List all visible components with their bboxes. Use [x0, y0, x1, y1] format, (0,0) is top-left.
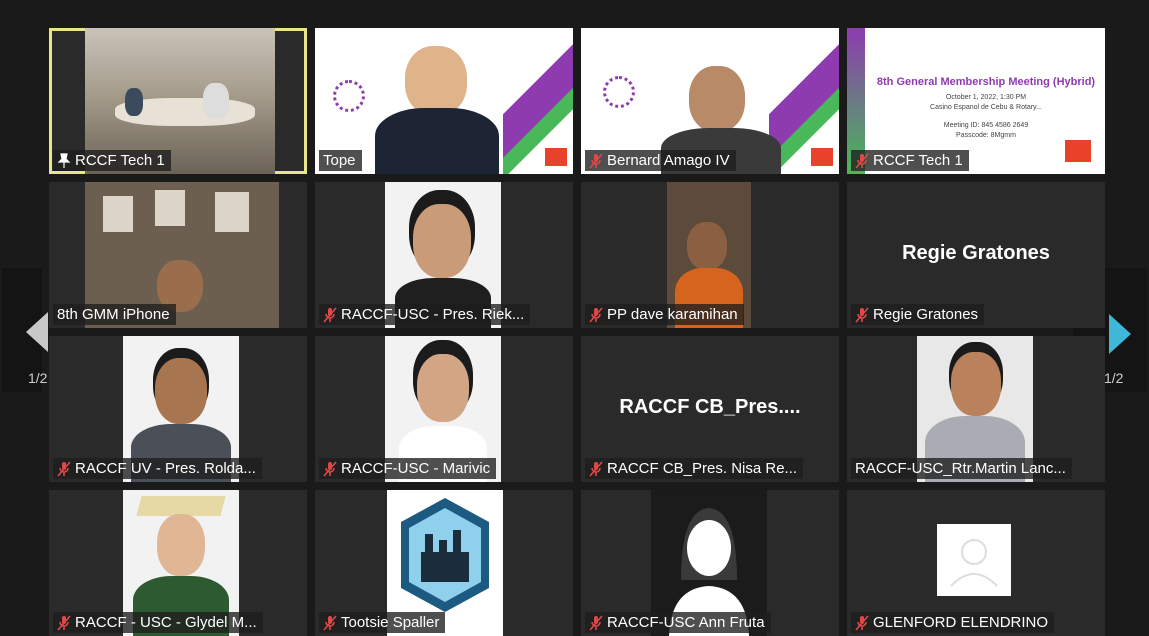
participant-name-tag: Bernard Amago IV: [585, 150, 736, 171]
person-face: [155, 358, 207, 424]
participant-name: 8th GMM iPhone: [57, 306, 170, 323]
wall-frame: [155, 190, 185, 226]
participant-tile[interactable]: 8th General Membership Meeting (Hybrid) …: [847, 28, 1105, 174]
participant-name: Regie Gratones: [873, 306, 979, 323]
person-face: [413, 204, 471, 278]
participant-tile[interactable]: RCCF Tech 1: [49, 28, 307, 174]
person-figure: [203, 83, 229, 119]
person-face: [689, 66, 745, 132]
participant-tile[interactable]: Bernard Amago IV: [581, 28, 839, 174]
club-logo: [545, 148, 567, 166]
muted-mic-icon: [589, 306, 603, 323]
muted-mic-icon: [57, 460, 71, 477]
muted-mic-icon: [589, 460, 603, 477]
person-figure: [125, 88, 143, 116]
person-body: [375, 108, 499, 174]
club-logo: [1065, 140, 1091, 162]
slide-line: Passcode: 8Mgmm: [956, 132, 1016, 139]
participant-tile[interactable]: RACCF-USC - Marivic: [315, 336, 573, 482]
participant-name: Tootsie Spaller: [341, 614, 440, 631]
participant-name-tag: GLENFORD ELENDRINO: [851, 612, 1055, 633]
person-face: [157, 514, 205, 576]
participant-name: RACCF UV - Pres. Rolda...: [75, 460, 256, 477]
participant-tile[interactable]: GLENFORD ELENDRINO: [847, 490, 1105, 636]
participant-name: RACCF-USC - Marivic: [341, 460, 491, 477]
slide-line: Casino Espanol de Cebu & Rotary...: [930, 104, 1042, 111]
participant-name: RACCF CB_Pres. Nisa Re...: [607, 460, 798, 477]
rotary-sun-logo: [333, 80, 365, 112]
rotary-sun-logo: [603, 76, 635, 108]
participant-name: RACCF-USC - Pres. Riek...: [341, 306, 525, 323]
participant-display-name: Regie Gratones: [902, 242, 1050, 264]
slide-line: Meeting ID: 845 4586 2649: [943, 122, 1029, 129]
participant-name-tag: RACCF-USC - Marivic: [319, 458, 497, 479]
person-face: [417, 354, 469, 422]
participant-name-tag: RACCF UV - Pres. Rolda...: [53, 458, 262, 479]
person-face: [951, 352, 1001, 416]
participant-tile[interactable]: RACCF-USC - Pres. Riek...: [315, 182, 573, 328]
page-indicator-left: 1/2: [28, 370, 48, 386]
participant-name-tag: RCCF Tech 1: [851, 150, 969, 171]
participant-tile[interactable]: 8th GMM iPhone: [49, 182, 307, 328]
participant-tile[interactable]: Tootsie Spaller: [315, 490, 573, 636]
chevron-right-icon: [1109, 314, 1131, 354]
participant-tile[interactable]: RACCF - USC - Glydel M...: [49, 490, 307, 636]
person-face: [687, 222, 727, 270]
muted-mic-icon: [855, 152, 869, 169]
participant-display-name: RACCF CB_Pres....: [619, 396, 801, 418]
participant-video: [937, 524, 1011, 596]
pin-icon: [57, 152, 71, 169]
participant-name: RCCF Tech 1: [75, 152, 165, 169]
muted-mic-icon: [57, 614, 71, 631]
participant-name: RCCF Tech 1: [873, 152, 963, 169]
participant-tile[interactable]: Regie Gratones Regie Gratones: [847, 182, 1105, 328]
slide-title: 8th General Membership Meeting (Hybrid): [876, 76, 1096, 88]
slide-line: October 1, 2022, 1:30 PM: [945, 94, 1027, 101]
participant-name-tag: RACCF-USC - Pres. Riek...: [319, 304, 531, 325]
participant-name-tag: Tope: [319, 150, 362, 171]
participant-name-tag: 8th GMM iPhone: [53, 304, 176, 325]
participant-tile[interactable]: RACCF CB_Pres.... RACCF CB_Pres. Nisa Re…: [581, 336, 839, 482]
participant-name-tag: RCCF Tech 1: [53, 150, 171, 171]
participant-name: PP dave karamihan: [607, 306, 738, 323]
participant-name-tag: RACCF - USC - Glydel M...: [53, 612, 263, 633]
participant-name-tag: Tootsie Spaller: [319, 612, 446, 633]
participant-name-tag: PP dave karamihan: [585, 304, 744, 325]
wall-frame: [215, 192, 249, 232]
participant-tile[interactable]: RACCF-USC_Rtr.Martin Lanc...: [847, 336, 1105, 482]
default-avatar-icon: [950, 539, 998, 587]
participant-name: RACCF - USC - Glydel M...: [75, 614, 257, 631]
muted-mic-icon: [323, 460, 337, 477]
page-indicator-right: 1/2: [1104, 370, 1124, 386]
participant-name: GLENFORD ELENDRINO: [873, 614, 1049, 631]
participant-name-tag: RACCF-USC Ann Fruta: [585, 612, 771, 633]
muted-mic-icon: [589, 152, 603, 169]
participant-name-tag: RACCF-USC_Rtr.Martin Lanc...: [851, 458, 1072, 479]
muted-mic-icon: [855, 614, 869, 631]
participant-name-tag: Regie Gratones: [851, 304, 985, 325]
participant-name-tag: RACCF CB_Pres. Nisa Re...: [585, 458, 804, 479]
graduation-cap: [136, 496, 226, 516]
participant-gallery: RCCF Tech 1 Tope Bernard Amago IV 8th Ge…: [49, 28, 1106, 636]
wall-frame: [103, 196, 133, 232]
participant-name: Bernard Amago IV: [607, 152, 730, 169]
participant-tile[interactable]: Tope: [315, 28, 573, 174]
window-top-edge: [0, 0, 1149, 28]
muted-mic-icon: [323, 306, 337, 323]
participant-name: RACCF-USC_Rtr.Martin Lanc...: [855, 460, 1066, 477]
participant-tile[interactable]: PP dave karamihan: [581, 182, 839, 328]
participant-name: RACCF-USC Ann Fruta: [607, 614, 765, 631]
participant-tile[interactable]: RACCF-USC Ann Fruta: [581, 490, 839, 636]
club-logo: [811, 148, 833, 166]
participant-tile[interactable]: RACCF UV - Pres. Rolda...: [49, 336, 307, 482]
muted-mic-icon: [323, 614, 337, 631]
person-face: [405, 46, 467, 116]
participant-name: Tope: [323, 152, 356, 169]
muted-mic-icon: [855, 306, 869, 323]
muted-mic-icon: [589, 614, 603, 631]
